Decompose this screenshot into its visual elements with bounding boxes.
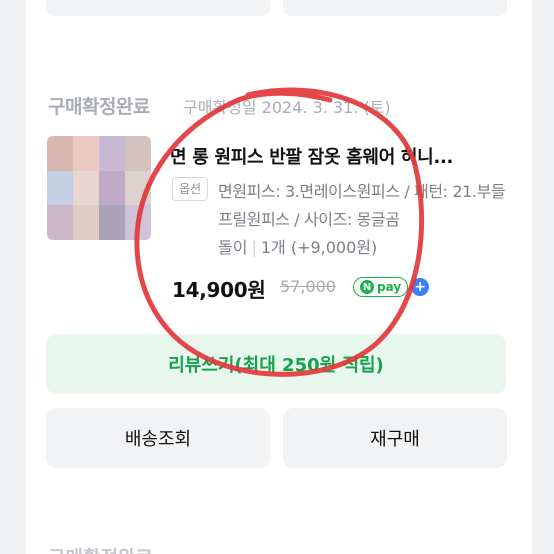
product-title[interactable]: 면 롱 원피스 반팔 잠옷 홈웨어 허니... bbox=[170, 143, 510, 169]
write-review-button[interactable]: 리뷰쓰기(최대 250원 적립) bbox=[46, 334, 506, 394]
thumbnail-tile bbox=[73, 170, 99, 206]
thumbnail-tile bbox=[73, 205, 99, 240]
option-text-tail: 돌이 bbox=[218, 238, 248, 257]
thumbnail-tile bbox=[125, 205, 151, 240]
option-badge: 옵션 bbox=[172, 177, 209, 201]
thumbnail-tile bbox=[125, 136, 151, 171]
divider: | bbox=[251, 238, 257, 257]
thumbnail-tile bbox=[99, 205, 125, 240]
npay-label: pay bbox=[377, 280, 402, 294]
rebuy-button[interactable]: 재구매 bbox=[283, 408, 507, 468]
sale-price: 14,900원 bbox=[172, 278, 266, 302]
thumbnail-tile bbox=[99, 136, 125, 171]
order-status: 구매확정완료 bbox=[48, 96, 150, 118]
npay-n-mark: N bbox=[360, 280, 374, 294]
thumbnail-tile bbox=[99, 170, 125, 206]
thumbnail-tile bbox=[47, 205, 73, 240]
npay-logo-icon: Npay bbox=[353, 277, 409, 297]
previous-order-action-button-right[interactable] bbox=[283, 0, 507, 16]
quantity-text: 1개 (+9,000원) bbox=[260, 238, 378, 257]
page-background-left bbox=[0, 0, 26, 554]
thumbnail-tile bbox=[125, 170, 151, 206]
thumbnail-tile bbox=[47, 136, 73, 171]
track-shipping-button[interactable]: 배송조회 bbox=[46, 408, 270, 468]
order-confirm-date: 구매확정일 2024. 3. 31. (토) bbox=[183, 98, 391, 117]
option-text: 면원피스: 3.면레이스원피스 / 패턴: 21.부들프릴원피스 / 사이즈: … bbox=[218, 182, 506, 229]
product-thumbnail[interactable] bbox=[47, 136, 151, 240]
original-price: 57,000 bbox=[280, 277, 336, 296]
plus-icon: + bbox=[411, 278, 430, 296]
option-quantity-line: 돌이 | 1개 (+9,000원) bbox=[218, 234, 377, 262]
next-order-status: 구매확정완료 bbox=[48, 543, 153, 554]
thumbnail-tile bbox=[73, 136, 99, 171]
order-list-screen: 구매확정완료 구매확정일 2024. 3. 31. (토) 면 롱 원피스 반팔… bbox=[0, 0, 554, 554]
naver-pay-badge: Npay + bbox=[353, 277, 430, 297]
page-background-right bbox=[532, 0, 554, 554]
thumbnail-tile bbox=[47, 170, 73, 206]
previous-order-action-button-left[interactable] bbox=[46, 0, 270, 16]
